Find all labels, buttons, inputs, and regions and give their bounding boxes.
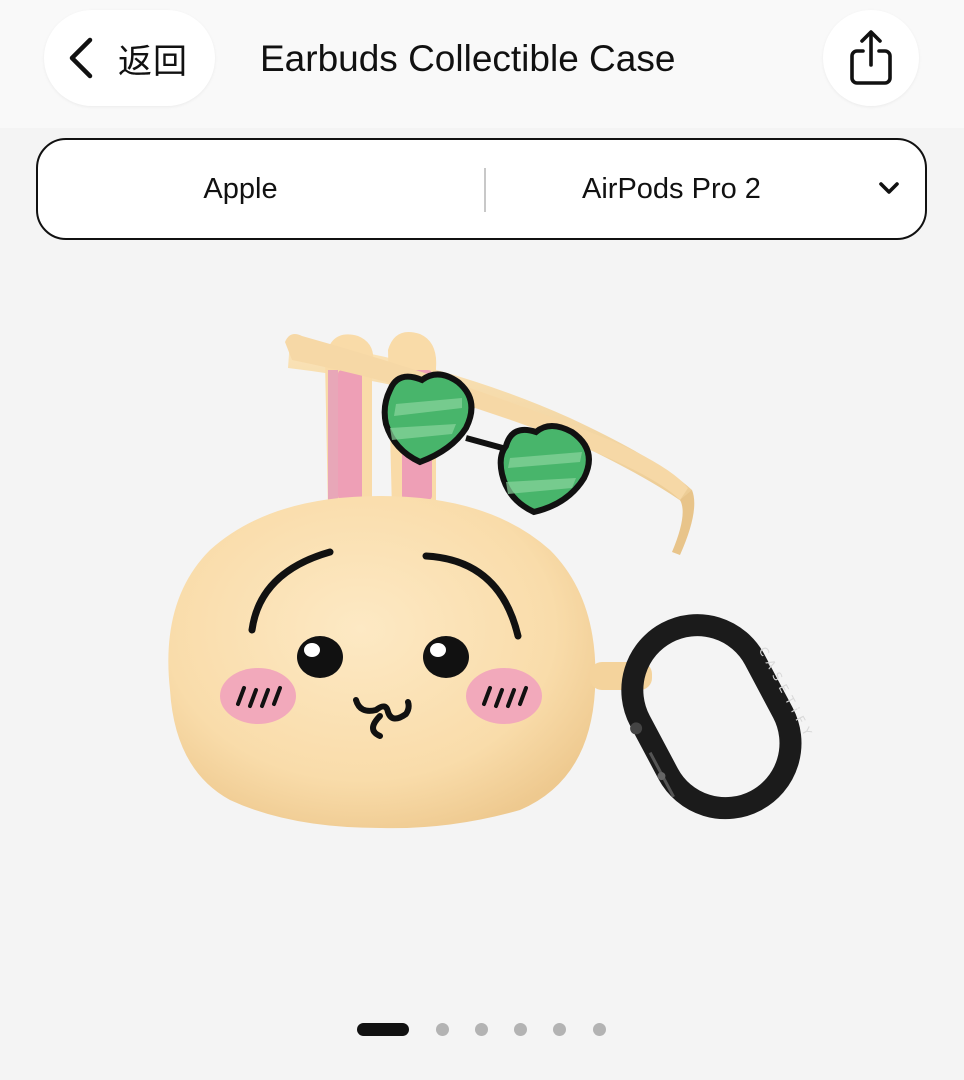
pager-dot-1[interactable] bbox=[357, 1023, 409, 1036]
pager-dot-2[interactable] bbox=[436, 1023, 449, 1036]
pager-dot-4[interactable] bbox=[514, 1023, 527, 1036]
pager-dot-3[interactable] bbox=[475, 1023, 488, 1036]
product-image[interactable]: CASETiFY bbox=[140, 300, 830, 860]
image-pager bbox=[0, 1020, 964, 1040]
model-select[interactable]: AirPods Pro 2 bbox=[486, 140, 927, 238]
product-page: 返回 Earbuds Collectible Case Apple AirPod… bbox=[0, 0, 964, 1080]
chevron-down-icon bbox=[879, 182, 899, 194]
bunny-earbuds-case-image: CASETiFY bbox=[168, 332, 817, 829]
pager-dot-5[interactable] bbox=[553, 1023, 566, 1036]
top-bar: 返回 Earbuds Collectible Case bbox=[0, 0, 964, 128]
back-label: 返回 bbox=[118, 41, 188, 82]
pager-dot-6[interactable] bbox=[593, 1023, 606, 1036]
share-button[interactable] bbox=[823, 10, 919, 106]
device-selector: Apple AirPods Pro 2 bbox=[36, 138, 927, 240]
brand-select[interactable]: Apple bbox=[38, 140, 485, 238]
brand-label: Apple bbox=[203, 172, 278, 205]
back-button[interactable]: 返回 bbox=[44, 10, 215, 106]
chevron-left-icon bbox=[69, 37, 93, 79]
model-label: AirPods Pro 2 bbox=[582, 172, 761, 205]
page-title: Earbuds Collectible Case bbox=[260, 38, 676, 79]
share-icon bbox=[850, 30, 892, 85]
